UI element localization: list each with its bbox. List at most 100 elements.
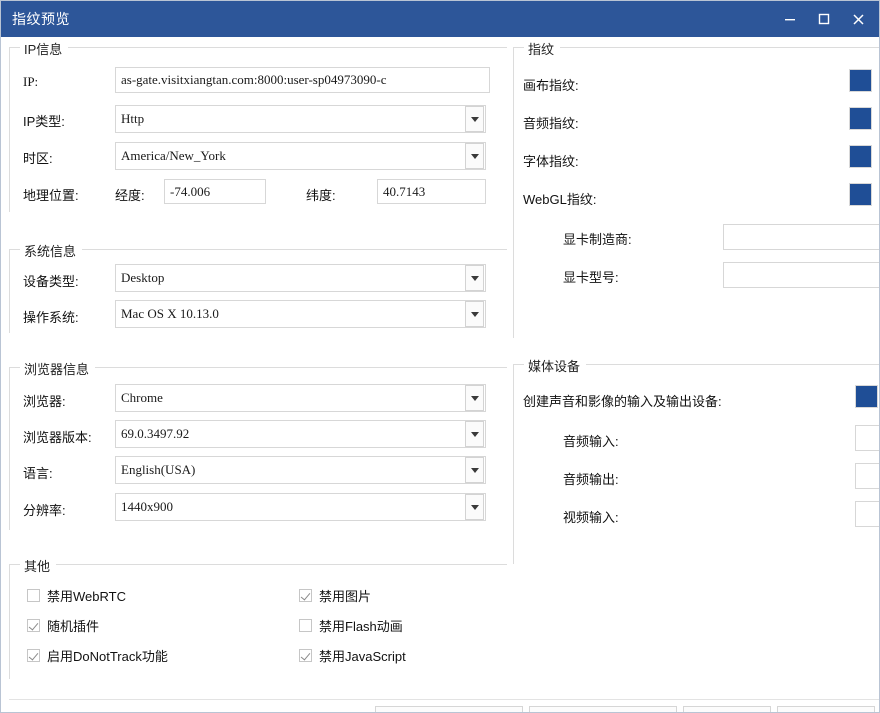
checkbox-label: 禁用图片 (319, 589, 372, 604)
os-label-row: 操作系统: (23, 307, 79, 326)
chevron-down-icon[interactable] (465, 265, 484, 291)
audio-fingerprint-toggle[interactable] (849, 107, 872, 130)
checkbox-box[interactable] (27, 619, 40, 632)
webgl-fingerprint-label: WebGL指纹: (523, 192, 597, 207)
gpu-model-input[interactable] (723, 262, 879, 288)
checkbox-label: 禁用WebRTC (47, 589, 126, 604)
ip-input[interactable]: as-gate.visitxiangtan.com:8000:user-sp04… (115, 67, 490, 93)
window-controls (773, 1, 879, 37)
checkbox-box[interactable] (27, 589, 40, 602)
checkbox-box[interactable] (299, 589, 312, 602)
audio-output-label: 音频输出: (563, 472, 619, 487)
checkbox-box[interactable] (27, 649, 40, 662)
gpu-vendor-label-row: 显卡制造商: (563, 229, 632, 248)
gpu-vendor-label: 显卡制造商: (563, 232, 632, 247)
ip-label-row: IP: (23, 74, 38, 90)
resolution-label-row: 分辨率: (23, 500, 66, 519)
create-devices-label-row: 创建声音和影像的输入及输出设备: (523, 391, 722, 410)
resolution-select[interactable]: 1440x900 (115, 493, 486, 521)
device-type-value: Desktop (121, 270, 165, 285)
chevron-down-icon[interactable] (465, 494, 484, 520)
timezone-label: 时区: (23, 151, 53, 166)
font-fingerprint-label-row: 字体指纹: (523, 151, 579, 170)
operating-system-select[interactable]: Mac OS X 10.13.0 (115, 300, 486, 328)
group-browser-info-legend: 浏览器信息 (20, 359, 96, 378)
chevron-down-icon[interactable] (465, 457, 484, 483)
checkbox-box[interactable] (299, 649, 312, 662)
language-value: English(USA) (121, 462, 196, 477)
audio-input-label: 音频输入: (563, 434, 619, 449)
minimize-button[interactable] (773, 1, 807, 37)
group-media-devices-legend: 媒体设备 (524, 356, 587, 375)
gpu-model-label-row: 显卡型号: (563, 267, 619, 286)
latitude-input[interactable]: 40.7143 (377, 179, 486, 204)
browser-version-select[interactable]: 69.0.3497.92 (115, 420, 486, 448)
canvas-fingerprint-toggle[interactable] (849, 69, 872, 92)
timezone-label-row: 时区: (23, 148, 53, 167)
video-input-label: 视频输入: (563, 510, 619, 525)
checkbox-disable-images[interactable]: 禁用图片 (299, 586, 371, 605)
device-type-select[interactable]: Desktop (115, 264, 486, 292)
group-other-legend: 其他 (20, 556, 57, 575)
language-select[interactable]: English(USA) (115, 456, 486, 484)
latitude-label-row: 纬度: (306, 185, 336, 204)
font-fingerprint-label: 字体指纹: (523, 154, 579, 169)
browser-version-label: 浏览器版本: (23, 430, 92, 445)
canvas-fingerprint-label-row: 画布指纹: (523, 75, 579, 94)
geo-location-label: 地理位置: (23, 188, 79, 203)
browser-select[interactable]: Chrome (115, 384, 486, 412)
canvas-fingerprint-label: 画布指纹: (523, 78, 579, 93)
create-media-devices-toggle[interactable] (855, 385, 878, 408)
footer-button-4[interactable] (777, 706, 875, 712)
checkbox-disable-webrtc[interactable]: 禁用WebRTC (27, 586, 126, 605)
audio-input-field[interactable] (855, 425, 879, 451)
longitude-input[interactable]: -74.006 (164, 179, 266, 204)
browser-version-value: 69.0.3497.92 (121, 426, 190, 441)
language-label: 语言: (23, 466, 53, 481)
font-fingerprint-toggle[interactable] (849, 145, 872, 168)
device-type-label: 设备类型: (23, 274, 79, 289)
group-fingerprint-legend: 指纹 (524, 39, 561, 58)
footer-divider (9, 699, 879, 700)
video-input-field[interactable] (855, 501, 879, 527)
audio-output-label-row: 音频输出: (563, 469, 619, 488)
geo-label-row: 地理位置: (23, 185, 79, 204)
footer-button-1[interactable] (375, 706, 523, 712)
audio-fingerprint-label-row: 音频指纹: (523, 113, 579, 132)
audio-output-field[interactable] (855, 463, 879, 489)
fingerprint-preview-window: 指纹预览 IP信息 IP: as-gate.visitxiangtan.com:… (0, 0, 880, 713)
checkbox-enable-donottrack[interactable]: 启用DoNotTrack功能 (27, 646, 168, 665)
create-media-devices-label: 创建声音和影像的输入及输出设备: (523, 394, 722, 409)
timezone-select[interactable]: America/New_York (115, 142, 486, 170)
ip-type-label-row: IP类型: (23, 111, 65, 130)
close-button[interactable] (841, 1, 875, 37)
gpu-vendor-input[interactable] (723, 224, 879, 250)
chevron-down-icon[interactable] (465, 143, 484, 169)
audio-input-label-row: 音频输入: (563, 431, 619, 450)
webgl-fingerprint-toggle[interactable] (849, 183, 872, 206)
chevron-down-icon[interactable] (465, 385, 484, 411)
ip-type-value: Http (121, 111, 145, 126)
checkbox-random-plugins[interactable]: 随机插件 (27, 616, 99, 635)
browser-label: 浏览器: (23, 394, 66, 409)
latitude-label: 纬度: (306, 188, 336, 203)
window-titlebar: 指纹预览 (1, 1, 879, 37)
checkbox-disable-flash[interactable]: 禁用Flash动画 (299, 616, 403, 635)
footer-button-3[interactable] (683, 706, 771, 712)
ip-type-select[interactable]: Http (115, 105, 486, 133)
chevron-down-icon[interactable] (465, 421, 484, 447)
window-title: 指纹预览 (12, 11, 70, 27)
gpu-model-label: 显卡型号: (563, 270, 619, 285)
checkbox-box[interactable] (299, 619, 312, 632)
maximize-button[interactable] (807, 1, 841, 37)
webgl-fingerprint-label-row: WebGL指纹: (523, 189, 596, 208)
group-ip-info-legend: IP信息 (20, 39, 69, 58)
operating-system-value: Mac OS X 10.13.0 (121, 306, 219, 321)
resolution-value: 1440x900 (121, 499, 173, 514)
chevron-down-icon[interactable] (465, 301, 484, 327)
ip-type-label: IP类型: (23, 114, 65, 129)
chevron-down-icon[interactable] (465, 106, 484, 132)
footer-button-2[interactable] (529, 706, 677, 712)
checkbox-disable-javascript[interactable]: 禁用JavaScript (299, 646, 406, 665)
device-type-label-row: 设备类型: (23, 271, 79, 290)
